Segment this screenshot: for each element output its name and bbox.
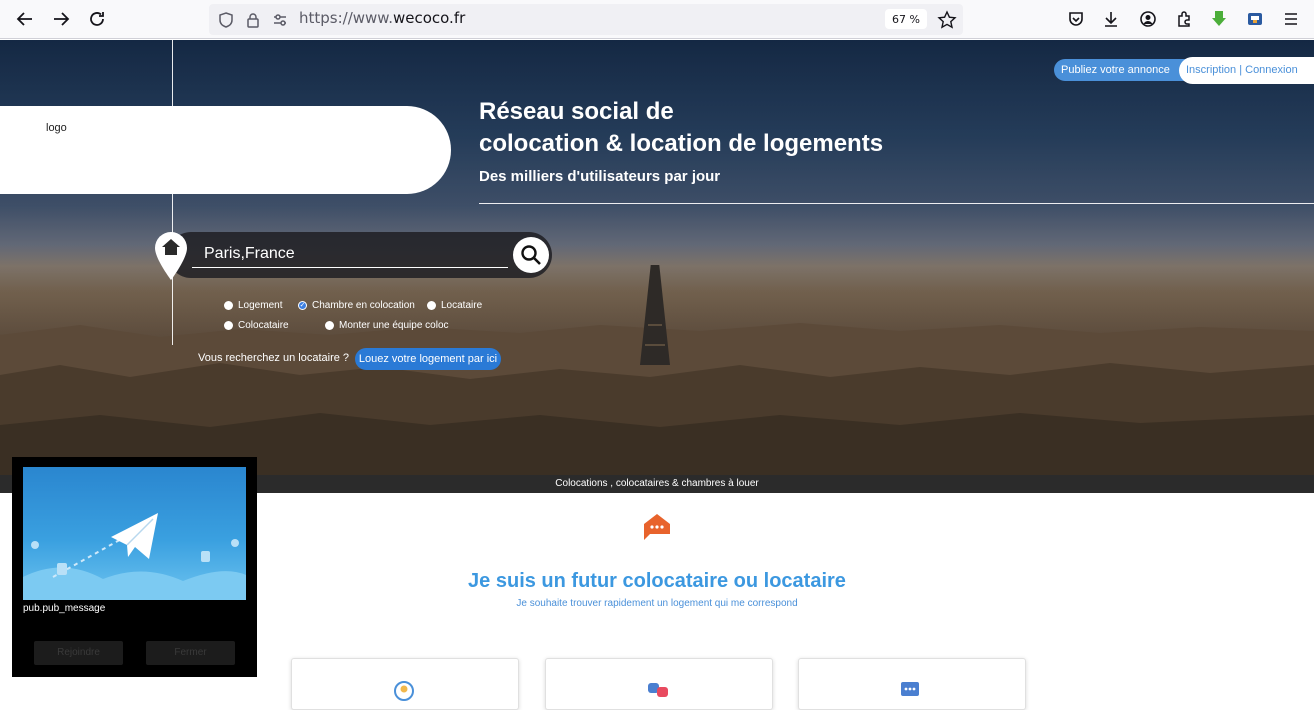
user-avatar-icon bbox=[394, 681, 414, 701]
filter-label: Logement bbox=[238, 300, 283, 311]
url-bar[interactable]: https://www.wecoco.fr 67 % bbox=[209, 4, 963, 35]
downloads-button[interactable] bbox=[1101, 9, 1121, 29]
filter-locataire[interactable]: Locataire bbox=[427, 300, 482, 311]
reload-button[interactable] bbox=[84, 6, 110, 32]
feature-card-profile[interactable] bbox=[291, 658, 519, 710]
masks-icon bbox=[648, 683, 668, 697]
filter-colocataire[interactable]: Colocataire bbox=[224, 320, 289, 331]
lock-icon[interactable] bbox=[244, 11, 262, 29]
filter-label: Locataire bbox=[441, 300, 483, 311]
signup-link[interactable]: Inscription bbox=[1186, 64, 1236, 76]
radio-locataire[interactable] bbox=[427, 301, 436, 310]
auth-links: Inscription | Connexion bbox=[1179, 57, 1314, 84]
filter-chambre-colocation[interactable]: ✓ Chambre en colocation bbox=[298, 300, 415, 311]
arrow-right-icon bbox=[54, 12, 70, 26]
reload-icon bbox=[90, 12, 104, 26]
forward-button[interactable] bbox=[48, 6, 74, 32]
telegram-plane-icon bbox=[23, 513, 246, 600]
hero-subtitle: Des milliers d'utilisateurs par jour bbox=[479, 168, 721, 185]
auth-separator: | bbox=[1236, 64, 1246, 76]
browser-toolbar: https://www.wecoco.fr 67 % bbox=[0, 0, 1314, 39]
telegram-promo-image bbox=[23, 467, 246, 600]
url-text[interactable]: https://www.wecoco.fr bbox=[299, 9, 465, 27]
feature-card-community[interactable] bbox=[545, 658, 773, 710]
paris-skyline-image bbox=[0, 265, 1314, 475]
join-button[interactable]: Rejoindre bbox=[34, 641, 123, 665]
filter-label: Chambre en colocation bbox=[312, 300, 415, 311]
account-icon bbox=[1140, 11, 1156, 27]
filter-label: Monter une équipe coloc bbox=[339, 320, 449, 331]
house-chat-icon bbox=[644, 514, 670, 540]
extensions-button[interactable] bbox=[1174, 9, 1194, 29]
download-icon bbox=[1105, 12, 1117, 27]
login-link[interactable]: Connexion bbox=[1245, 64, 1298, 76]
download-arrow-green-icon bbox=[1212, 11, 1226, 26]
hero-title-line-2: colocation & location de logements bbox=[479, 130, 884, 157]
account-button[interactable] bbox=[1138, 9, 1158, 29]
menu-button[interactable] bbox=[1281, 9, 1301, 29]
location-search-input[interactable] bbox=[192, 240, 508, 268]
hero-title: Réseau social de colocation & location d… bbox=[479, 96, 883, 160]
close-button[interactable]: Fermer bbox=[146, 641, 235, 665]
download-helper-button[interactable] bbox=[1209, 9, 1229, 29]
arrow-left-icon bbox=[16, 12, 32, 26]
bookmark-star-icon[interactable] bbox=[937, 10, 957, 30]
pocket-button[interactable] bbox=[1066, 9, 1086, 29]
rent-out-button[interactable]: Louez votre logement par ici bbox=[355, 348, 501, 370]
publish-listing-button[interactable]: Publiez votre annonce bbox=[1054, 59, 1194, 81]
back-button[interactable] bbox=[12, 6, 38, 32]
radio-equipe-coloc[interactable] bbox=[325, 321, 334, 330]
filter-logement[interactable]: Logement bbox=[224, 300, 282, 311]
url-domain: wecoco.fr bbox=[392, 9, 466, 27]
pocket-icon bbox=[1069, 12, 1083, 26]
popup-message: pub.pub_message bbox=[23, 603, 106, 614]
filter-label: Colocataire bbox=[238, 320, 289, 331]
radio-chambre-colocation-checked[interactable]: ✓ bbox=[298, 301, 307, 310]
radio-logement[interactable] bbox=[224, 301, 233, 310]
landlord-question: Vous recherchez un locataire ? bbox=[198, 352, 350, 364]
zoom-badge[interactable]: 67 % bbox=[885, 9, 927, 29]
hero-title-line-1: Réseau social de bbox=[479, 98, 674, 125]
url-prefix: https://www. bbox=[299, 9, 393, 27]
extension-icon bbox=[1248, 13, 1262, 25]
filter-equipe-coloc[interactable]: Monter une équipe coloc bbox=[325, 320, 449, 331]
extension-button[interactable] bbox=[1245, 9, 1265, 29]
home-pin-icon bbox=[155, 232, 187, 280]
radio-colocataire[interactable] bbox=[224, 321, 233, 330]
search-button[interactable] bbox=[513, 237, 549, 273]
logo-container[interactable]: logo bbox=[0, 106, 451, 194]
search-icon bbox=[521, 245, 541, 265]
chat-bubble-icon bbox=[901, 682, 919, 696]
logo: logo bbox=[46, 122, 67, 134]
permissions-icon[interactable] bbox=[271, 11, 289, 29]
hamburger-icon bbox=[1285, 13, 1297, 25]
feature-card-messages[interactable] bbox=[798, 658, 1026, 710]
shield-icon[interactable] bbox=[217, 11, 235, 29]
promo-popup: pub.pub_message Rejoindre Fermer bbox=[12, 457, 257, 677]
puzzle-icon bbox=[1178, 11, 1190, 27]
hero-divider-horizontal bbox=[479, 203, 1314, 204]
